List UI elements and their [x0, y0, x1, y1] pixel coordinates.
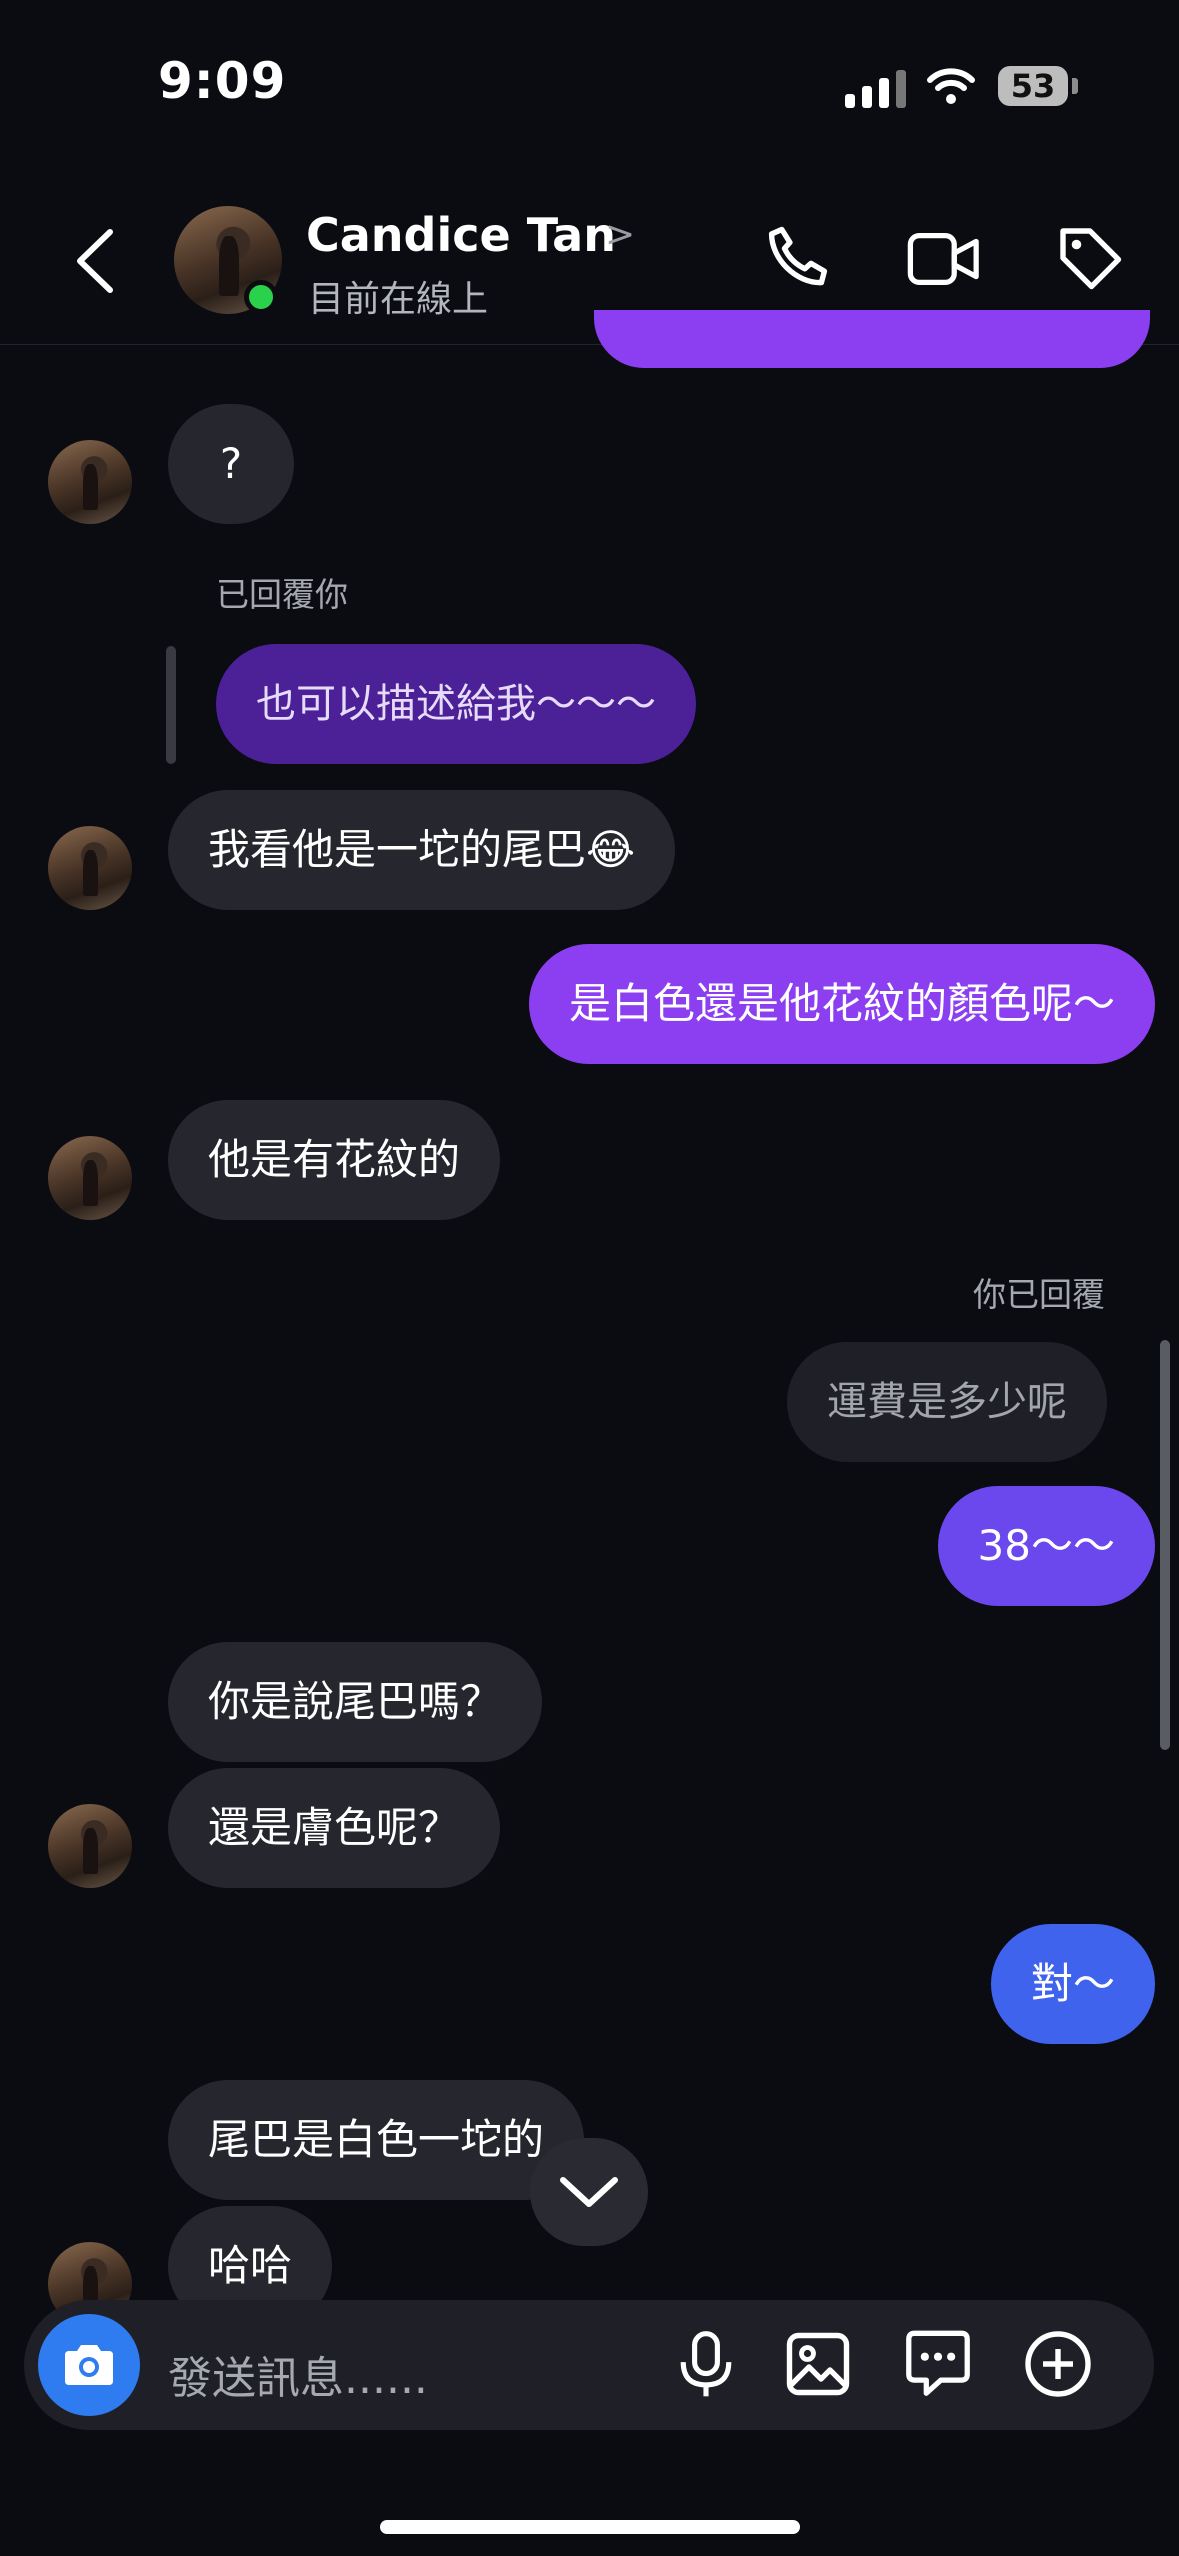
message-bubble-received[interactable]: 你是說尾巴嗎？	[168, 1642, 543, 1762]
camera-button[interactable]	[38, 2314, 140, 2416]
reply-label: 已回覆你	[216, 575, 348, 614]
scroll-to-bottom-button[interactable]	[530, 2138, 648, 2246]
quote-bar	[166, 646, 176, 764]
chevron-right-icon: >	[605, 214, 636, 255]
phone-icon[interactable]	[762, 222, 834, 294]
camera-icon	[65, 2345, 113, 2385]
message-bubble-received[interactable]: 還是膚色呢？	[168, 1768, 501, 1888]
message-bubble-sent[interactable]: 是白色還是他花紋的顏色呢～	[528, 944, 1155, 1064]
sender-avatar[interactable]	[48, 1136, 132, 1220]
quoted-message[interactable]: 運費是多少呢	[787, 1342, 1107, 1462]
sender-avatar[interactable]	[48, 826, 132, 910]
sender-avatar[interactable]	[48, 1804, 132, 1888]
wifi-icon	[927, 68, 975, 104]
message-bubble-received[interactable]: 他是有花紋的	[168, 1100, 501, 1220]
partial-sent-bubble[interactable]	[594, 310, 1150, 368]
plus-icon[interactable]	[1022, 2328, 1094, 2400]
message-bubble-sent[interactable]: 對～	[990, 1924, 1155, 2044]
scrollbar[interactable]	[1160, 1340, 1170, 1750]
gallery-icon[interactable]	[782, 2328, 854, 2400]
message-bubble-received[interactable]: ?	[168, 404, 294, 524]
battery-tip	[1072, 78, 1078, 94]
presence-status: 目前在線上	[308, 279, 489, 320]
online-indicator	[244, 280, 278, 314]
microphone-icon[interactable]	[670, 2328, 742, 2402]
status-time: 9:09	[158, 52, 287, 110]
message-input[interactable]: 發送訊息......	[168, 2342, 428, 2406]
battery-indicator: 53	[998, 66, 1068, 106]
quoted-message[interactable]: 也可以描述給我～～～	[216, 644, 696, 764]
message-bubble-received[interactable]: 我看他是一坨的尾巴😂	[168, 790, 676, 910]
contact-name[interactable]: Candice Tan	[306, 208, 616, 262]
chat-sticker-icon[interactable]	[902, 2326, 974, 2402]
message-bubble-received[interactable]: 尾巴是白色一坨的	[168, 2080, 585, 2200]
reply-label: 你已回覆	[973, 1275, 1105, 1314]
sender-avatar[interactable]	[48, 440, 132, 524]
home-indicator[interactable]	[380, 2520, 800, 2534]
video-icon[interactable]	[906, 226, 982, 292]
cellular-signal-icon	[845, 70, 906, 108]
back-arrow-icon[interactable]	[70, 226, 120, 296]
chevron-down-icon	[560, 2177, 618, 2207]
message-bubble-sent[interactable]: 38～～	[937, 1486, 1155, 1606]
tag-icon[interactable]	[1054, 222, 1126, 294]
